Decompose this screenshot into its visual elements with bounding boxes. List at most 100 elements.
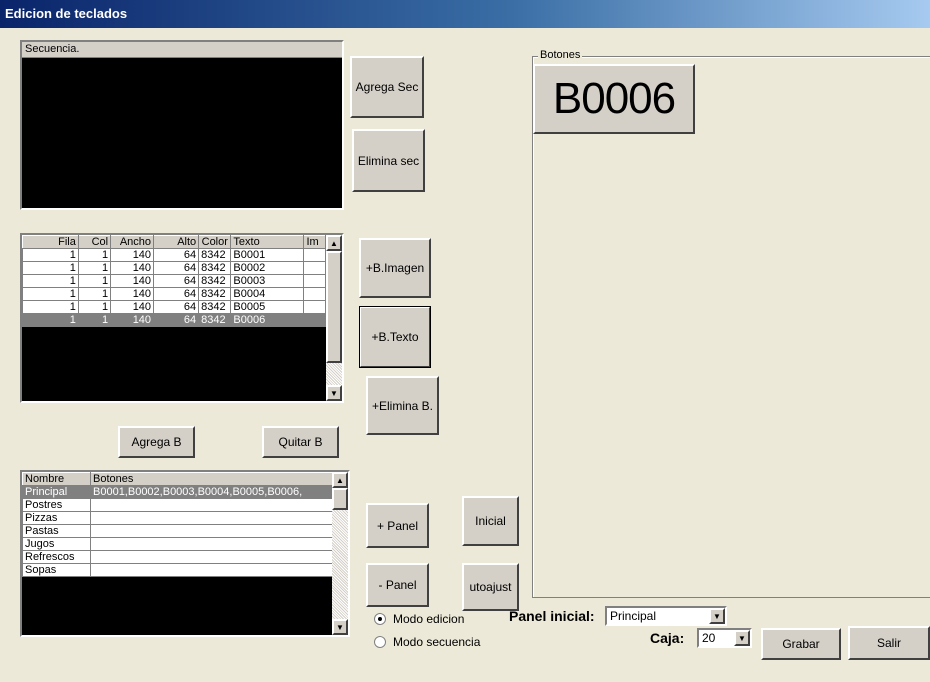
agrega-b-button[interactable]: Agrega B bbox=[118, 426, 195, 458]
panel-inicial-select[interactable]: Principal ▼ bbox=[605, 606, 727, 626]
col-ancho[interactable]: Ancho bbox=[110, 235, 155, 249]
table-cell[interactable]: 64 bbox=[153, 287, 200, 301]
panels-grid-scrollbar[interactable]: ▲ ▼ bbox=[332, 472, 348, 635]
table-cell[interactable]: 1 bbox=[77, 261, 112, 275]
add-panel-button[interactable]: + Panel bbox=[366, 503, 429, 548]
table-cell[interactable] bbox=[90, 511, 333, 525]
scroll-up-icon[interactable]: ▲ bbox=[332, 472, 348, 488]
col-fila[interactable]: Fila bbox=[22, 235, 79, 249]
buttons-grid-scrollbar[interactable]: ▲ ▼ bbox=[326, 235, 342, 401]
preview-b0006-button[interactable]: B0006 bbox=[533, 64, 695, 134]
caja-select[interactable]: 20 ▼ bbox=[697, 628, 752, 648]
table-cell[interactable]: Pastas bbox=[22, 524, 91, 538]
mode-secuencia-label[interactable]: Modo secuencia bbox=[393, 635, 480, 649]
scroll-thumb[interactable] bbox=[326, 251, 342, 363]
table-cell[interactable]: 140 bbox=[110, 274, 155, 288]
table-cell[interactable]: B0004 bbox=[230, 287, 305, 301]
table-cell[interactable]: 8342 bbox=[198, 248, 232, 262]
table-cell[interactable]: 8342 bbox=[198, 287, 232, 301]
table-cell[interactable] bbox=[303, 313, 326, 327]
table-cell[interactable]: 64 bbox=[153, 313, 200, 327]
col-botones[interactable]: Botones bbox=[90, 472, 333, 486]
chevron-down-icon[interactable]: ▼ bbox=[709, 608, 725, 624]
table-cell[interactable]: Principal bbox=[22, 485, 91, 499]
remove-panel-button[interactable]: - Panel bbox=[366, 563, 429, 607]
table-cell[interactable] bbox=[90, 563, 333, 577]
add-text-button[interactable]: +B.Texto bbox=[359, 306, 431, 368]
col-nombre[interactable]: Nombre bbox=[22, 472, 91, 486]
table-cell[interactable]: 140 bbox=[110, 261, 155, 275]
table-cell[interactable] bbox=[303, 287, 326, 301]
table-cell[interactable]: B0005 bbox=[230, 300, 305, 314]
table-cell[interactable]: Jugos bbox=[22, 537, 91, 551]
table-cell[interactable]: 8342 bbox=[198, 261, 232, 275]
mode-edicion-label[interactable]: Modo edicion bbox=[393, 612, 464, 626]
col-col[interactable]: Col bbox=[77, 235, 112, 249]
table-cell[interactable]: 8342 bbox=[198, 274, 232, 288]
add-image-button[interactable]: +B.Imagen bbox=[359, 238, 431, 298]
table-cell[interactable]: 1 bbox=[22, 248, 79, 262]
table-row[interactable]: 1 1 140 64 8342 B0001 bbox=[22, 248, 326, 262]
scroll-down-icon[interactable]: ▼ bbox=[332, 619, 348, 635]
table-cell[interactable]: 140 bbox=[110, 313, 155, 327]
table-row[interactable]: 1 1 140 64 8342 B0005 bbox=[22, 300, 326, 314]
table-cell[interactable]: 140 bbox=[110, 248, 155, 262]
table-cell[interactable]: Sopas bbox=[22, 563, 91, 577]
elimina-b-button[interactable]: +Elimina B. bbox=[366, 376, 439, 435]
table-cell[interactable]: 1 bbox=[77, 274, 112, 288]
table-row[interactable]: Refrescos bbox=[22, 550, 333, 564]
col-color[interactable]: Color bbox=[198, 235, 232, 249]
table-cell[interactable]: 1 bbox=[22, 261, 79, 275]
col-texto[interactable]: Texto bbox=[230, 235, 305, 249]
table-cell[interactable]: Refrescos bbox=[22, 550, 91, 564]
chevron-down-icon[interactable]: ▼ bbox=[734, 630, 750, 646]
agrega-sec-button[interactable]: Agrega Sec bbox=[350, 56, 424, 118]
table-cell[interactable] bbox=[90, 498, 333, 512]
table-cell[interactable]: 1 bbox=[77, 248, 112, 262]
scroll-thumb[interactable] bbox=[332, 488, 348, 510]
table-cell[interactable]: 8342 bbox=[198, 300, 232, 314]
table-cell[interactable]: B0001 bbox=[230, 248, 305, 262]
table-row[interactable]: Sopas bbox=[22, 563, 333, 577]
secuencia-list[interactable]: Secuencia. bbox=[20, 40, 344, 210]
autoajust-button[interactable]: utoajust bbox=[462, 563, 519, 611]
table-cell[interactable] bbox=[303, 261, 326, 275]
table-cell[interactable] bbox=[90, 524, 333, 538]
table-cell[interactable]: 140 bbox=[110, 287, 155, 301]
col-imagen[interactable]: Im bbox=[303, 235, 326, 249]
inicial-button[interactable]: Inicial bbox=[462, 496, 519, 546]
table-row[interactable]: Pastas bbox=[22, 524, 333, 538]
table-cell[interactable]: B0003 bbox=[230, 274, 305, 288]
table-cell[interactable]: 1 bbox=[77, 287, 112, 301]
table-cell[interactable]: 1 bbox=[22, 300, 79, 314]
table-cell[interactable] bbox=[90, 537, 333, 551]
table-cell[interactable]: 1 bbox=[22, 287, 79, 301]
mode-secuencia-radio[interactable] bbox=[374, 636, 386, 648]
table-cell[interactable]: Pizzas bbox=[22, 511, 91, 525]
panels-grid[interactable]: Nombre Botones Principal B0001,B0002,B000… bbox=[20, 470, 350, 637]
mode-edicion-radio[interactable] bbox=[374, 613, 386, 625]
table-cell[interactable]: 64 bbox=[153, 261, 200, 275]
table-cell[interactable] bbox=[303, 274, 326, 288]
table-row[interactable]: Postres bbox=[22, 498, 333, 512]
table-cell[interactable]: B0002 bbox=[230, 261, 305, 275]
buttons-grid[interactable]: Fila Col Ancho Alto Color Texto Im 1 1 140… bbox=[20, 233, 344, 403]
salir-button[interactable]: Salir bbox=[848, 626, 930, 660]
table-cell[interactable]: 64 bbox=[153, 248, 200, 262]
table-cell[interactable]: 1 bbox=[77, 300, 112, 314]
grabar-button[interactable]: Grabar bbox=[761, 628, 841, 660]
table-row[interactable]: Jugos bbox=[22, 537, 333, 551]
table-cell[interactable]: 1 bbox=[77, 313, 112, 327]
table-row[interactable]: Pizzas bbox=[22, 511, 333, 525]
table-row[interactable]: 1 1 140 64 8342 B0003 bbox=[22, 274, 326, 288]
table-cell[interactable]: 8342 bbox=[198, 313, 232, 327]
table-cell[interactable] bbox=[303, 248, 326, 262]
table-cell[interactable]: B0001,B0002,B0003,B0004,B0005,B0006, bbox=[90, 485, 333, 499]
quitar-b-button[interactable]: Quitar B bbox=[262, 426, 339, 458]
scroll-up-icon[interactable]: ▲ bbox=[326, 235, 342, 251]
table-cell[interactable]: Postres bbox=[22, 498, 91, 512]
table-cell[interactable]: 64 bbox=[153, 274, 200, 288]
table-cell[interactable]: 1 bbox=[22, 274, 79, 288]
elimina-sec-button[interactable]: Elimina sec bbox=[352, 129, 425, 192]
table-cell[interactable] bbox=[90, 550, 333, 564]
